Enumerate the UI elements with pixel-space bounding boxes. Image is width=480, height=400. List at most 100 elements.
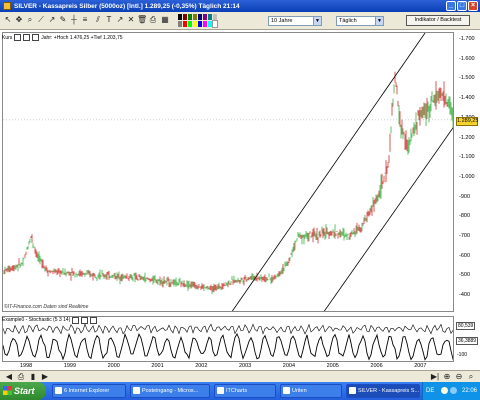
stochastic-label: Example0 - Stochastic (5 3 14) — [2, 317, 71, 323]
trendline-lower — [323, 127, 453, 311]
y-tick-label: -1.000 — [459, 173, 475, 180]
app-icon — [3, 2, 11, 10]
window-icon[interactable] — [23, 34, 31, 41]
settings-icon[interactable] — [14, 34, 22, 41]
x-tick-label: 2004 — [282, 363, 296, 369]
period-select[interactable]: 10 Jahre ▼ — [268, 16, 322, 26]
bookmark-icon[interactable]: ▮ — [28, 372, 38, 382]
panel-label: Kurs — [2, 34, 13, 41]
close-panel-icon[interactable] — [90, 316, 98, 324]
start-button[interactable]: Start — [0, 382, 46, 400]
swatch[interactable] — [198, 14, 202, 20]
chart-navigation: ◀ ⎙ ▮ ▶ ▶| ⊕ ⊖ ⌕ — [0, 370, 480, 382]
x-icon[interactable]: ✕ — [126, 15, 136, 25]
windows-taskbar: Start 6 Internet Explorer Posteingang - … — [0, 382, 480, 400]
window-icon[interactable] — [81, 316, 89, 324]
swatch[interactable] — [183, 21, 187, 27]
zoom-out-icon[interactable]: ⊖ — [454, 372, 464, 382]
swatch[interactable] — [212, 20, 218, 28]
stochastic-line-d — [3, 332, 453, 361]
taskbar-item-ie[interactable]: 6 Internet Explorer — [52, 384, 126, 398]
x-tick-label: 1999 — [63, 363, 77, 369]
chevron-down-icon[interactable]: ▼ — [313, 17, 321, 25]
settings-icon[interactable] — [72, 316, 80, 324]
taskbar-item-outlook[interactable]: Posteingang - Micros... — [130, 384, 210, 398]
x-tick-label: 2000 — [107, 363, 120, 369]
ie-icon — [55, 387, 62, 394]
y-tick-label: -600 — [459, 252, 471, 259]
indicator-backtest-button[interactable]: Indikator / Backtest — [406, 15, 470, 26]
trend-icon[interactable]: ↗ — [47, 15, 57, 25]
chart-toolbar: ↖ ✥ ⌕ ⟋ ↗ ✎ ┼ ≡ ⫽ T ↗ ✕ 🗑 ⎙ ▦ 10 Jahre ▼… — [0, 12, 480, 30]
volume-icon[interactable] — [450, 387, 457, 394]
color-palette-icon[interactable]: ▦ — [160, 15, 170, 25]
period-select-value: 10 Jahre — [271, 18, 293, 24]
taskbar-item-uriten[interactable]: Uriten — [280, 384, 342, 398]
source-note: ©IT-Finance.com Daten sind Realtime — [4, 304, 89, 310]
close-button[interactable]: × — [468, 1, 478, 11]
y-tick-label: -800 — [459, 213, 471, 220]
crosshair-icon[interactable]: ✥ — [14, 15, 24, 25]
swatch[interactable] — [183, 14, 187, 20]
y-tick-label: -1.400 — [459, 95, 475, 102]
swatch[interactable] — [178, 21, 182, 27]
price-chart[interactable] — [2, 32, 454, 312]
scroll-right-icon[interactable]: ▶ — [40, 372, 50, 382]
print-icon[interactable]: ⎙ — [16, 372, 26, 382]
minimize-button[interactable]: _ — [446, 1, 456, 11]
window-titlebar[interactable]: SILVER - Kassapreis Silber (5000oz) [Int… — [0, 0, 480, 12]
maximize-button[interactable]: □ — [457, 1, 467, 11]
zoom-reset-icon[interactable]: ⌕ — [466, 372, 476, 382]
y-tick-label: -900 — [459, 193, 471, 200]
language-indicator[interactable]: DE — [426, 382, 434, 400]
x-tick-label: 1998 — [20, 363, 33, 369]
hline-icon[interactable]: ┼ — [69, 15, 79, 25]
swatch[interactable] — [188, 21, 192, 27]
itcharts-icon — [217, 387, 224, 394]
price-axis: -1.700-1.600-1.500-1.400-1.300-1.200-1.1… — [456, 32, 480, 312]
line-icon[interactable]: ⟋ — [36, 15, 46, 25]
scroll-left-icon[interactable]: ◀ — [4, 372, 14, 382]
zoom-icon[interactable]: ⌕ — [25, 15, 35, 25]
swatch[interactable] — [193, 21, 197, 27]
chart-panel-header: Kurs Jahr: +Hoch 1.476,25 +Tief 1.203,75 — [0, 33, 454, 42]
x-tick-label: 2003 — [239, 363, 252, 369]
pen-icon[interactable]: ✎ — [58, 15, 68, 25]
stochastic-header: Example0 - Stochastic (5 3 14) — [2, 316, 98, 324]
swatch[interactable] — [213, 14, 217, 20]
scroll-end-icon[interactable]: ▶| — [430, 372, 440, 382]
stochastic-value-top: 80,539 — [456, 322, 476, 330]
taskbar-item-silver[interactable]: SILVER - Kassapreis S... — [346, 384, 420, 398]
delete-icon[interactable]: 🗑 — [137, 15, 147, 25]
network-icon[interactable] — [441, 387, 448, 394]
text-icon[interactable]: T — [104, 15, 114, 25]
swatch[interactable] — [198, 21, 202, 27]
taskbar-item-itcharts[interactable]: ITCharts — [214, 384, 276, 398]
swatch[interactable] — [193, 14, 197, 20]
interval-select[interactable]: Täglich ▼ — [336, 16, 384, 26]
clock: 22:06 — [461, 388, 477, 394]
print-icon[interactable]: ⎙ — [148, 15, 158, 25]
swatch[interactable] — [188, 14, 192, 20]
swatch[interactable] — [203, 21, 207, 27]
swatch[interactable] — [203, 14, 207, 20]
close-panel-icon[interactable] — [32, 34, 40, 41]
itcharts-icon — [349, 387, 356, 394]
windows-flag-icon — [3, 386, 12, 395]
app-icon — [283, 387, 290, 394]
y-tick-label: -1.100 — [459, 154, 475, 161]
arrow-icon[interactable]: ↗ — [115, 15, 125, 25]
taskbar-item-label: SILVER - Kassapreis S... — [358, 388, 420, 394]
swatch[interactable] — [208, 21, 212, 27]
chevron-down-icon[interactable]: ▼ — [375, 17, 383, 25]
channel-icon[interactable]: ⫽ — [93, 15, 103, 25]
zoom-in-icon[interactable]: ⊕ — [442, 372, 452, 382]
pointer-icon[interactable]: ↖ — [3, 15, 13, 25]
swatch[interactable] — [178, 14, 182, 20]
color-swatches[interactable] — [178, 14, 218, 28]
y-tick-label: -1.500 — [459, 75, 475, 82]
x-tick-label: 2007 — [414, 363, 427, 369]
taskbar-item-label: 6 Internet Explorer — [64, 388, 110, 394]
swatch[interactable] — [208, 14, 212, 20]
fib-icon[interactable]: ≡ — [80, 15, 90, 25]
